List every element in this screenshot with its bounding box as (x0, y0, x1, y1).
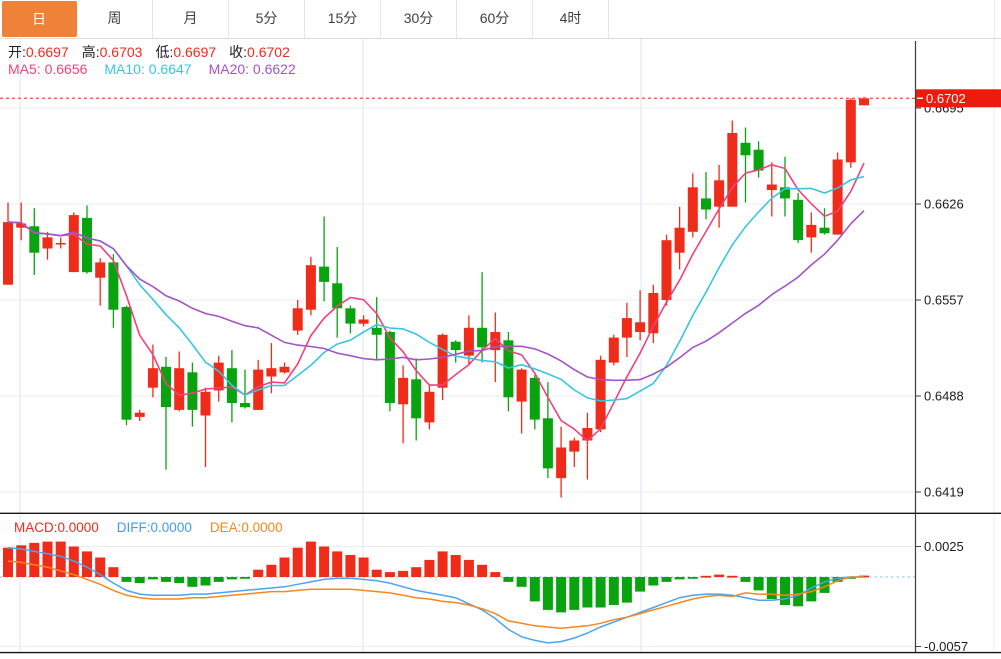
svg-text:-0.0057: -0.0057 (924, 639, 968, 654)
candles-layer (3, 97, 869, 498)
tab-4时[interactable]: 4时 (533, 0, 609, 38)
macd-legend: MACD:0.0000 DIFF:0.0000 DEA:0.0000 (14, 520, 283, 536)
diff-value: DIFF:0.0000 (117, 520, 192, 535)
interval-tabbar: 日周月5分15分30分60分4时 (0, 0, 1001, 39)
tab-15分[interactable]: 15分 (305, 0, 381, 38)
low-label: 低: (155, 44, 173, 60)
current-price-tag: 0.6702 (916, 89, 1001, 107)
tab-月[interactable]: 月 (153, 0, 229, 38)
open-label: 开: (8, 44, 26, 60)
svg-text:0.6419: 0.6419 (924, 485, 964, 500)
ma10-value: MA10: 0.6647 (104, 61, 191, 77)
close-label: 收: (229, 44, 247, 60)
ma-legend: MA5: 0.6656 MA10: 0.6647 MA20: 0.6622 (8, 61, 313, 77)
chart-area: 0.66950.66260.65570.64880.64190.6702 0.0… (0, 39, 1001, 659)
close-value: 0.6702 (247, 44, 290, 60)
open-value: 0.6697 (26, 44, 69, 60)
high-label: 高: (82, 44, 100, 60)
ohlc-legend: 开:0.6697高:0.6703低:0.6697收:0.6702 (8, 44, 303, 60)
svg-text:0.6702: 0.6702 (926, 91, 966, 106)
tab-周[interactable]: 周 (77, 0, 153, 38)
ma20-value: MA20: 0.6622 (209, 61, 296, 77)
ma10-line (8, 177, 864, 402)
svg-text:0.6557: 0.6557 (924, 293, 964, 308)
macd-value: MACD:0.0000 (14, 520, 99, 535)
svg-text:0.6488: 0.6488 (924, 389, 964, 404)
ma5-value: MA5: 0.6656 (8, 61, 87, 77)
tab-5分[interactable]: 5分 (229, 0, 305, 38)
dea-value: DEA:0.0000 (210, 520, 283, 535)
main-chart-canvas[interactable]: 0.66950.66260.65570.64880.64190.6702 (0, 39, 1001, 514)
tab-60分[interactable]: 60分 (457, 0, 533, 38)
ma20-line (8, 211, 864, 381)
tab-30分[interactable]: 30分 (381, 0, 457, 38)
high-value: 0.6703 (100, 44, 143, 60)
trading-chart-app: 日周月5分15分30分60分4时 0.66950.66260.65570.648… (0, 0, 1001, 659)
svg-text:0.0025: 0.0025 (924, 539, 964, 554)
low-value: 0.6697 (173, 44, 216, 60)
svg-text:0.6626: 0.6626 (924, 197, 964, 212)
tab-日[interactable]: 日 (2, 1, 77, 37)
